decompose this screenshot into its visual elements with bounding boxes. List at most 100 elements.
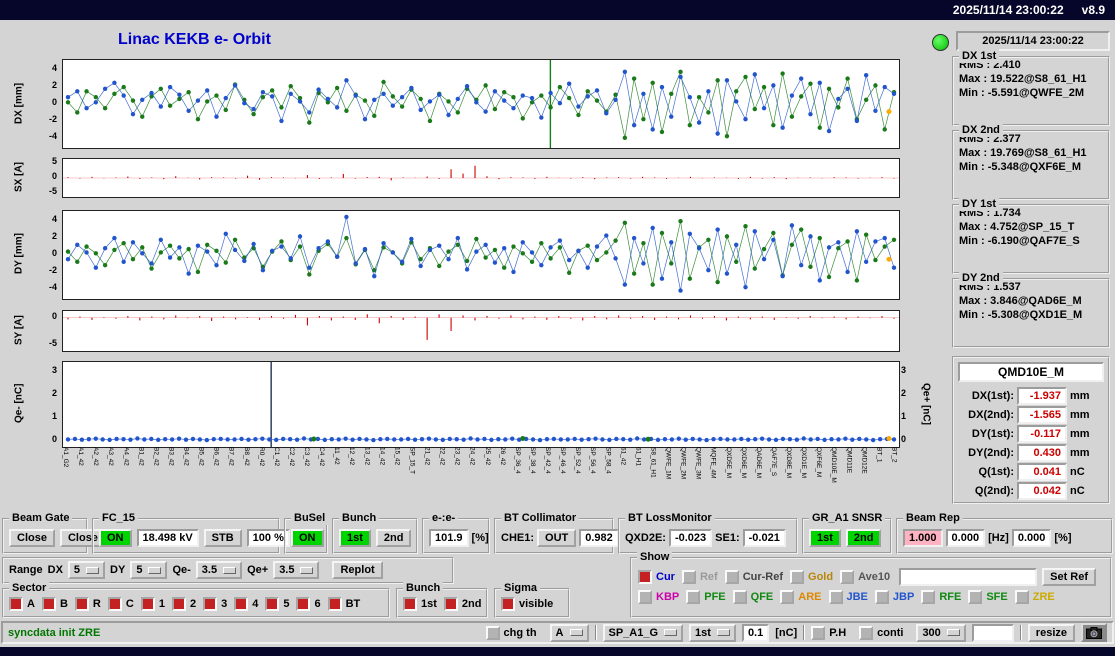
- checkbox-1[interactable]: 1: [140, 597, 165, 611]
- bunch-order-select[interactable]: 1st: [689, 623, 736, 642]
- checkbox-box[interactable]: [638, 590, 652, 604]
- checkbox-pfe[interactable]: PFE: [686, 590, 726, 604]
- checkbox-kbp[interactable]: KBP: [638, 590, 679, 604]
- checkbox-jbe[interactable]: JBE: [828, 590, 868, 604]
- checkbox-6[interactable]: 6: [296, 597, 321, 611]
- checkbox-box[interactable]: [790, 570, 805, 584]
- checkbox-box[interactable]: [327, 597, 342, 611]
- checkbox-box[interactable]: [732, 590, 747, 604]
- che1-out-button[interactable]: OUT: [537, 529, 577, 547]
- range-qe-plus-select[interactable]: 3.5: [273, 561, 320, 579]
- conti-checkbox-box[interactable]: [859, 625, 874, 640]
- range-dx-select[interactable]: 5: [67, 561, 106, 579]
- checkbox-label: QFE: [750, 591, 774, 603]
- checkbox-box[interactable]: [403, 597, 417, 611]
- checkbox-box[interactable]: [234, 597, 249, 611]
- sigma-group: Sigma visible: [494, 581, 570, 618]
- checkbox-b[interactable]: B: [41, 597, 68, 611]
- checkbox-cur-ref[interactable]: Cur-Ref: [724, 570, 783, 584]
- checkbox-box[interactable]: [638, 570, 652, 584]
- checkbox-c[interactable]: C: [107, 597, 134, 611]
- stat-max: Max : 19.769@S8_61_H1: [959, 147, 1087, 159]
- stat-max: Max : 3.846@QAD6E_M: [959, 295, 1082, 307]
- yaxis-ticks-sx: 5 0 -5: [34, 156, 59, 196]
- screenshot-button[interactable]: [1081, 623, 1107, 642]
- checkbox-box[interactable]: [9, 597, 23, 611]
- busel-on-button[interactable]: ON: [291, 529, 324, 547]
- checkbox-gold[interactable]: Gold: [790, 570, 833, 584]
- interval-input[interactable]: [971, 623, 1014, 642]
- bunch-1st-button[interactable]: 1st: [339, 529, 371, 547]
- checkbox-box[interactable]: [968, 590, 983, 604]
- checkbox-r[interactable]: R: [74, 597, 101, 611]
- checkbox-2nd[interactable]: 2nd: [443, 597, 481, 611]
- checkbox-box[interactable]: [724, 570, 739, 584]
- checkbox-2[interactable]: 2: [171, 597, 196, 611]
- checkbox-cur[interactable]: Cur: [638, 570, 675, 584]
- checkbox-rfe[interactable]: RFE: [921, 590, 961, 604]
- gr-a1-2nd-button[interactable]: 2nd: [845, 529, 882, 547]
- range-dy-select[interactable]: 5: [130, 561, 168, 579]
- checkbox-box[interactable]: [203, 597, 218, 611]
- checkbox-box[interactable]: [681, 570, 696, 584]
- checkbox-a[interactable]: A: [9, 597, 35, 611]
- checkbox-box[interactable]: [74, 597, 89, 611]
- monitor-row: DX(1st): -1.937 mm: [954, 387, 1108, 405]
- conti-checkbox[interactable]: conti: [859, 625, 903, 640]
- checkbox-1st[interactable]: 1st: [403, 597, 437, 611]
- checkbox-ref[interactable]: Ref: [681, 570, 718, 584]
- y-tick: 3: [51, 365, 57, 376]
- checkbox-box[interactable]: [840, 570, 855, 584]
- checkbox-sfe[interactable]: SFE: [968, 590, 1008, 604]
- checkbox-box[interactable]: [296, 597, 311, 611]
- resize-button[interactable]: resize: [1027, 623, 1075, 642]
- interval-select[interactable]: 300: [916, 623, 966, 642]
- replot-button[interactable]: Replot: [332, 561, 383, 579]
- chg-th-checkbox-box[interactable]: [485, 625, 500, 640]
- checkbox-bt[interactable]: BT: [327, 597, 360, 611]
- gr-a1-1st-button[interactable]: 1st: [809, 529, 841, 547]
- checkbox-box[interactable]: [1014, 590, 1029, 604]
- fc15-on-button[interactable]: ON: [99, 529, 132, 547]
- monitor-row-label: Q(2nd):: [974, 485, 1014, 497]
- x-tick-label: C4_42: [318, 447, 326, 467]
- checkbox-box[interactable]: [443, 597, 458, 611]
- y-tick: 2: [51, 231, 57, 242]
- yaxis-ticks-qe-right: 3 2 1 0: [900, 361, 918, 446]
- bunch-2nd-button[interactable]: 2nd: [375, 529, 412, 547]
- checkbox-box[interactable]: [874, 590, 889, 604]
- set-ref-button[interactable]: Set Ref: [1042, 568, 1097, 586]
- checkbox-visible[interactable]: visible: [501, 597, 553, 611]
- ref-name-input[interactable]: [899, 568, 1038, 586]
- chg-th-checkbox[interactable]: chg th: [485, 625, 537, 640]
- checkbox-are[interactable]: ARE: [780, 590, 822, 604]
- checkbox-box[interactable]: [41, 597, 56, 611]
- checkbox-box[interactable]: [140, 597, 155, 611]
- checkbox-box[interactable]: [921, 590, 936, 604]
- checkbox-box[interactable]: [686, 590, 701, 604]
- ph-checkbox-box[interactable]: [811, 625, 826, 640]
- beam-rep-value-2: 0.000: [945, 529, 986, 547]
- checkbox-ave10[interactable]: Ave10: [840, 570, 890, 584]
- checkbox-box[interactable]: [265, 597, 280, 611]
- beam-gate-close-1-button[interactable]: Close: [9, 529, 55, 547]
- checkbox-box[interactable]: [828, 590, 843, 604]
- checkbox-box[interactable]: [171, 597, 186, 611]
- checkbox-box[interactable]: [780, 590, 795, 604]
- checkbox-zre[interactable]: ZRE: [1014, 590, 1055, 604]
- monitor-row-unit: nC: [1070, 466, 1085, 478]
- checkbox-5[interactable]: 5: [265, 597, 289, 611]
- monitor-row: DY(2nd): 0.430 mm: [954, 444, 1108, 462]
- checkbox-3[interactable]: 3: [203, 597, 227, 611]
- sp-select[interactable]: SP_A1_G: [602, 623, 684, 642]
- checkbox-4[interactable]: 4: [234, 597, 258, 611]
- fc15-stb-button[interactable]: STB: [203, 529, 242, 547]
- x-tick-label: C2_42: [287, 447, 295, 467]
- sector-select[interactable]: A: [549, 623, 589, 642]
- checkbox-box[interactable]: [107, 597, 122, 611]
- checkbox-box[interactable]: [501, 597, 515, 611]
- checkbox-qfe[interactable]: QFE: [732, 590, 774, 604]
- checkbox-jbp[interactable]: JBP: [874, 590, 914, 604]
- ph-checkbox[interactable]: P.H: [811, 625, 846, 640]
- range-qe-minus-select[interactable]: 3.5: [195, 561, 243, 579]
